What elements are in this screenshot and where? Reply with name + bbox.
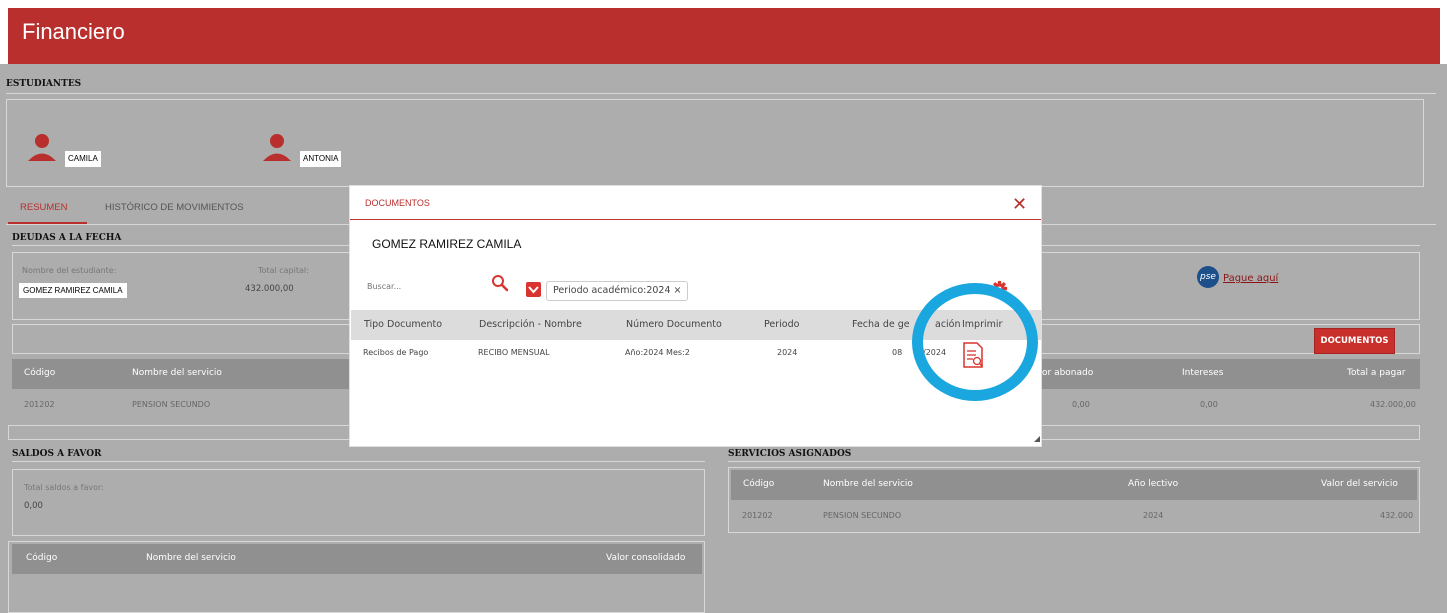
col-valor-consolidado: Valor consolidado [606,553,686,563]
col-codigo: Código [24,368,56,378]
col-nombre-servicio: Nombre del servicio [823,479,913,489]
col-intereses: Intereses [1182,368,1224,378]
app-header: Financiero [8,8,1440,64]
tab-historico[interactable]: HISTÓRICO DE MOVIMIENTOS [105,202,244,213]
credits-summary-panel [12,469,705,536]
cell-codigo: 201202 [24,400,55,409]
student-label: Nombre del estudiante: [22,266,117,275]
credits-total-value: 0,00 [24,501,43,511]
user-icon[interactable] [27,132,57,162]
col-codigo: Código [743,479,775,489]
cell-fecha-start: 08 [892,348,903,357]
cell-descripcion: RECIBO MENSUAL [478,348,550,357]
col-nombre-servicio: Nombre del servicio [132,368,222,378]
services-table-header: Código Nombre del servicio Año lectivo V… [731,470,1417,500]
filter-tag-periodo[interactable]: Periodo académico:2024 × [546,281,689,301]
student-name-camila[interactable]: CAMILA [65,151,101,167]
resize-grip-icon[interactable] [1034,436,1040,442]
credits-total-label: Total saldos a favor: [24,483,104,492]
services-heading: SERVICIOS ASIGNADOS [728,449,852,459]
modal-title-divider [350,219,1041,220]
cell-nombre: PENSION SECUNDO [132,400,211,409]
documents-button[interactable]: DOCUMENTOS [1314,328,1395,354]
modal-title: DOCUMENTOS [365,198,430,208]
col-descripcion: Descripción - Nombre [479,319,582,330]
cell-nombre: PENSION SECUNDO [823,511,902,520]
cell-numero: Año:2024 Mes:2 [625,348,690,357]
cell-codigo: 201202 [742,511,773,520]
pse-logo-icon[interactable]: pse [1197,266,1219,288]
cell-total: 432.000,00 [1370,400,1416,409]
col-periodo: Periodo [764,319,800,330]
modal-student-name: GOMEZ RAMIREZ CAMILA [372,237,522,251]
chevron-down-icon[interactable] [526,282,541,297]
col-nombre-servicio: Nombre del servicio [146,553,236,563]
students-panel [6,99,1424,187]
cell-periodo: 2024 [777,348,798,357]
close-icon[interactable]: ✕ [1012,194,1027,214]
user-icon[interactable] [262,132,292,162]
students-heading: ESTUDIANTES [6,79,82,89]
col-tipo-documento: Tipo Documento [364,319,443,330]
cell-valor: 432.000 [1380,511,1414,520]
cell-intereses: 0,00 [1200,400,1218,409]
col-fecha-generacion: Fecha de ge [852,319,910,330]
capital-value: 432.000,00 [245,284,294,294]
debts-heading: DEUDAS A LA FECHA [12,233,122,243]
student-name-antonia[interactable]: ANTONIA [300,151,342,167]
col-valor-servicio: Valor del servicio [1321,479,1398,489]
page-title: Financiero [22,19,125,44]
col-numero-documento: Número Documento [626,319,722,330]
credits-table-header: Código Nombre del servicio Valor consoli… [12,544,702,574]
search-icon[interactable] [491,274,509,292]
col-abonado: or abonado [1042,368,1094,378]
capital-label: Total capital: [258,266,309,275]
cell-abonado: 0,00 [1072,400,1090,409]
col-total-pagar: Total a pagar [1347,368,1406,378]
divider [6,93,1436,94]
highlight-ring [912,283,1038,401]
cell-tipo: Recibos de Pago [363,348,429,357]
cell-anio: 2024 [1143,511,1164,520]
col-codigo: Código [26,553,58,563]
tab-resumen[interactable]: RESUMEN [20,202,68,213]
student-value: GOMEZ RAMIREZ CAMILA [19,283,127,298]
divider [728,461,1420,462]
pay-here-link[interactable]: Pague aquí [1223,273,1278,284]
col-anio-lectivo: Año lectivo [1128,479,1179,489]
divider [12,461,705,462]
credits-heading: SALDOS A FAVOR [12,449,102,459]
